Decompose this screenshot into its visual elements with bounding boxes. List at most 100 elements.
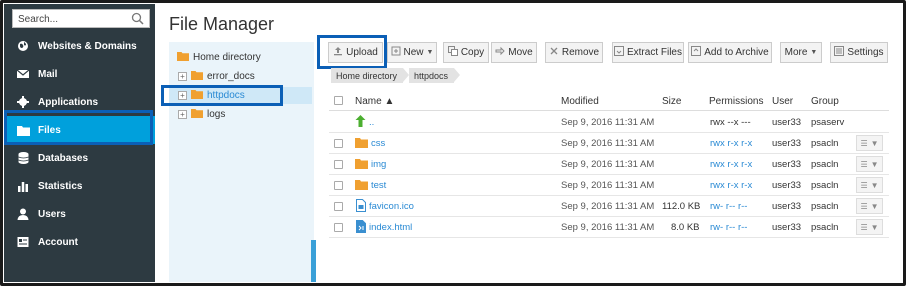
file-permissions[interactable]: rw- r-- r-- <box>710 201 747 212</box>
file-permissions[interactable]: rwx r-x r-x <box>710 159 752 170</box>
file-modified: Sep 9, 2016 11:31 AM <box>561 138 655 149</box>
row-checkbox[interactable] <box>334 223 343 232</box>
settings-button[interactable]: Settings <box>830 42 888 63</box>
new-button[interactable]: New ▼ <box>387 42 437 63</box>
table-row[interactable]: test Sep 9, 2016 11:31 AM rwx r-x r-x us… <box>329 175 889 196</box>
breadcrumb: Home directory httpdocs <box>331 68 461 83</box>
tree-item-home-directory[interactable]: Home directory <box>177 49 261 66</box>
sidebar-item-label: Applications <box>38 96 99 108</box>
remove-button[interactable]: Remove <box>545 42 603 63</box>
table-row[interactable]: index.html Sep 9, 2016 11:31 AM 8.0 KB r… <box>329 217 889 238</box>
file-group: psacln <box>811 201 839 212</box>
sidebar-item-databases[interactable]: Databases <box>4 144 155 172</box>
column-header-modified[interactable]: Modified <box>561 96 599 107</box>
tree-item-httpdocs[interactable]: + httpdocs <box>169 87 312 104</box>
copy-icon <box>447 46 458 59</box>
row-menu-button[interactable]: ☰ ▼ <box>856 156 883 172</box>
search-box[interactable]: Search... <box>12 9 150 28</box>
upload-button[interactable]: Upload <box>328 42 383 63</box>
sidebar: Search... Websites & Domains Mail Applic… <box>4 4 155 282</box>
row-checkbox[interactable] <box>334 139 343 148</box>
extract-files-button[interactable]: Extract Files <box>612 42 684 63</box>
column-header-user[interactable]: User <box>772 96 793 107</box>
file-name[interactable]: favicon.ico <box>369 201 414 212</box>
file-user: user33 <box>772 201 802 212</box>
folder-icon <box>16 123 30 137</box>
row-menu-button[interactable]: ☰ ▼ <box>856 219 883 235</box>
file-permissions[interactable]: rw- r-- r-- <box>710 222 747 233</box>
select-all-checkbox[interactable] <box>334 96 343 105</box>
file-name[interactable]: img <box>371 159 386 170</box>
folder-icon <box>355 179 368 193</box>
column-header-group[interactable]: Group <box>811 96 839 107</box>
file-user: user33 <box>772 180 802 191</box>
hamburger-icon: ☰ <box>860 159 868 169</box>
hamburger-icon: ☰ <box>860 222 868 232</box>
file-user: user33 <box>772 138 802 149</box>
tree-item-label: logs <box>207 109 226 120</box>
add-to-archive-button[interactable]: Add to Archive <box>688 42 772 63</box>
sidebar-item-websites-domains[interactable]: Websites & Domains <box>4 32 155 60</box>
breadcrumb-item-httpdocs[interactable]: httpdocs <box>409 68 461 83</box>
column-header-name[interactable]: Name ▲ <box>355 96 394 107</box>
tree-resize-handle[interactable] <box>311 240 316 282</box>
folder-tree: Home directory + error_docs + httpdocs +… <box>169 42 314 282</box>
file-name[interactable]: test <box>371 180 386 191</box>
folder-icon <box>191 89 203 102</box>
file-permissions: rwx --x --- <box>710 117 751 128</box>
column-header-size[interactable]: Size <box>662 96 681 107</box>
more-button[interactable]: More ▼ <box>780 42 822 63</box>
sidebar-item-statistics[interactable]: Statistics <box>4 172 155 200</box>
envelope-icon <box>16 67 30 81</box>
sidebar-item-users[interactable]: Users <box>4 200 155 228</box>
search-input[interactable]: Search... <box>18 14 58 25</box>
settings-icon <box>834 46 845 59</box>
table-row[interactable]: favicon.ico Sep 9, 2016 11:31 AM 112.0 K… <box>329 196 889 217</box>
table-row[interactable]: css Sep 9, 2016 11:31 AM rwx r-x r-x use… <box>329 133 889 154</box>
table-row[interactable]: .. Sep 9, 2016 11:31 AM rwx --x --- user… <box>329 112 889 133</box>
expand-icon[interactable]: + <box>178 110 187 119</box>
search-icon[interactable] <box>131 12 144 28</box>
new-label: New <box>403 47 424 58</box>
folder-icon <box>191 70 203 83</box>
chevron-down-icon: ▼ <box>870 180 879 190</box>
file-permissions[interactable]: rwx r-x r-x <box>710 138 752 149</box>
column-header-permissions[interactable]: Permissions <box>709 96 763 107</box>
folder-icon <box>177 51 189 64</box>
file-name[interactable]: .. <box>369 117 374 128</box>
sidebar-item-account[interactable]: Account <box>4 228 155 256</box>
file-name[interactable]: css <box>371 138 385 149</box>
file-name[interactable]: index.html <box>369 222 412 233</box>
row-checkbox[interactable] <box>334 160 343 169</box>
file-user: user33 <box>772 159 802 170</box>
file-permissions[interactable]: rwx r-x r-x <box>710 180 752 191</box>
breadcrumb-item-home[interactable]: Home directory <box>331 68 410 83</box>
sidebar-item-mail[interactable]: Mail <box>4 60 155 88</box>
row-menu-button[interactable]: ☰ ▼ <box>856 198 883 214</box>
row-menu-button[interactable]: ☰ ▼ <box>856 177 883 193</box>
row-checkbox[interactable] <box>334 181 343 190</box>
sidebar-item-label: Account <box>38 236 78 248</box>
tree-item-error-docs[interactable]: + error_docs <box>178 68 255 85</box>
tree-item-logs[interactable]: + logs <box>178 106 225 123</box>
row-checkbox[interactable] <box>334 202 343 211</box>
row-menu-button[interactable]: ☰ ▼ <box>856 135 883 151</box>
table-row[interactable]: img Sep 9, 2016 11:31 AM rwx r-x r-x use… <box>329 154 889 175</box>
up-directory-icon <box>355 115 366 130</box>
folder-icon <box>191 108 203 121</box>
copy-button[interactable]: Copy <box>443 42 489 63</box>
file-group: psacln <box>811 138 839 149</box>
sidebar-item-label: Websites & Domains <box>38 40 137 52</box>
table-header: Name ▲ Modified Size Permissions User Gr… <box>329 91 889 111</box>
file-modified: Sep 9, 2016 11:31 AM <box>561 117 655 128</box>
html-file-icon <box>356 220 366 236</box>
sidebar-item-files[interactable]: Files <box>4 116 155 144</box>
sidebar-item-label: Users <box>38 208 66 220</box>
move-button[interactable]: Move <box>491 42 537 63</box>
expand-icon[interactable]: + <box>178 91 187 100</box>
expand-icon[interactable]: + <box>178 72 187 81</box>
chevron-down-icon: ▼ <box>870 138 879 148</box>
sidebar-item-applications[interactable]: Applications <box>4 88 155 116</box>
account-icon <box>16 235 30 249</box>
file-modified: Sep 9, 2016 11:31 AM <box>561 201 655 212</box>
